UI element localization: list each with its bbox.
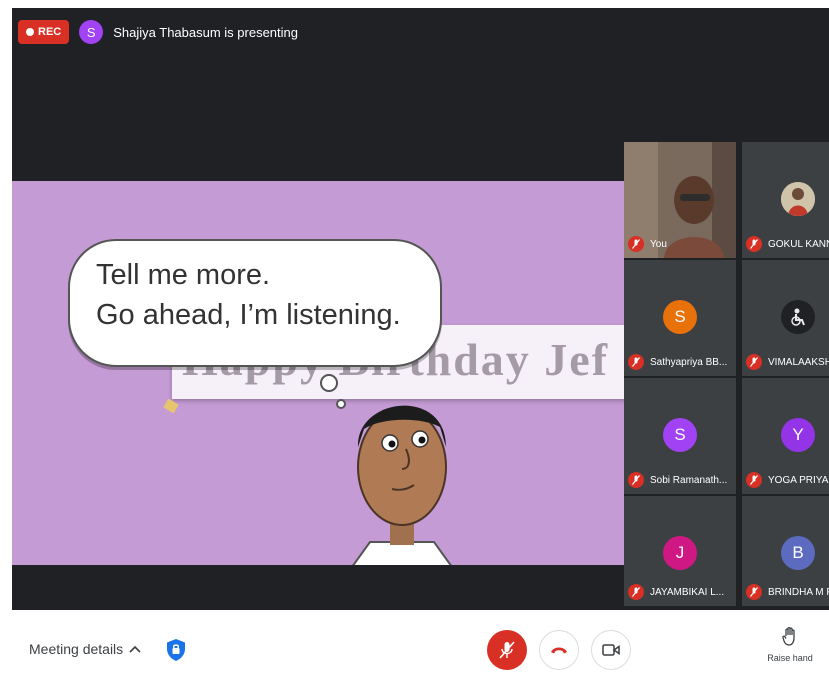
- mic-off-icon: [628, 354, 644, 370]
- participant-tile[interactable]: S Sathyapriya BB...: [624, 260, 736, 376]
- tile-footer: You: [628, 236, 667, 252]
- tile-footer: Sobi Ramanath...: [628, 472, 727, 488]
- avatar: [781, 182, 815, 216]
- raise-hand-icon: [782, 626, 795, 646]
- participant-tile[interactable]: VIMALAAKSH: [742, 260, 829, 376]
- camera-icon: [602, 644, 620, 656]
- microphone-toggle-button[interactable]: [487, 630, 527, 670]
- participant-tile[interactable]: GOKUL KANNA: [742, 142, 829, 258]
- participant-tile[interactable]: You: [624, 142, 736, 258]
- raise-hand-label: Raise hand: [767, 653, 813, 663]
- participant-name: Sathyapriya BB...: [650, 356, 728, 368]
- tile-footer: Sathyapriya BB...: [628, 354, 727, 370]
- meeting-details-button[interactable]: Meeting details: [29, 641, 141, 657]
- participant-name: You: [650, 238, 667, 250]
- participant-tile[interactable]: S Sobi Ramanath...: [624, 378, 736, 494]
- participant-name: GOKUL KANNA: [768, 238, 829, 250]
- avatar: S: [663, 300, 697, 334]
- bubble-line-1: Tell me more.: [96, 259, 271, 291]
- avatar: B: [781, 536, 815, 570]
- speech-bubble: Tell me more. Go ahead, I’m listening.: [68, 239, 442, 367]
- shield-icon[interactable]: [165, 638, 187, 662]
- tile-footer: YOGA PRIYA B: [746, 472, 829, 488]
- thought-circle-large: [320, 374, 338, 392]
- tile-footer: JAYAMBIKAI L...: [628, 584, 724, 600]
- mic-off-icon: [746, 236, 762, 252]
- mic-off-icon: [499, 641, 515, 659]
- thought-circle-small: [336, 399, 346, 409]
- top-bar: REC S Shajiya Thabasum is presenting: [18, 18, 298, 46]
- avatar: Y: [781, 418, 815, 452]
- mic-off-icon: [628, 584, 644, 600]
- participant-tile[interactable]: Y YOGA PRIYA B: [742, 378, 829, 494]
- cartoon-character: [352, 405, 452, 565]
- participant-name: YOGA PRIYA B: [768, 474, 829, 486]
- meeting-details-label: Meeting details: [29, 641, 124, 657]
- camera-toggle-button[interactable]: [591, 630, 631, 670]
- mic-off-icon: [628, 472, 644, 488]
- mic-off-icon: [746, 472, 762, 488]
- participant-name: VIMALAAKSH: [768, 356, 829, 368]
- meeting-view: REC S Shajiya Thabasum is presenting Hap…: [12, 8, 829, 610]
- avatar: [781, 300, 815, 334]
- presentation-slide: Happy Birthday Jef Tell me more. Go ahea…: [12, 181, 624, 565]
- screen: REC S Shajiya Thabasum is presenting Hap…: [0, 0, 829, 674]
- participant-name: Sobi Ramanath...: [650, 474, 728, 486]
- presenter-status: Shajiya Thabasum is presenting: [113, 24, 298, 40]
- tile-footer: VIMALAAKSH: [746, 354, 829, 370]
- tile-footer: GOKUL KANNA: [746, 236, 829, 252]
- presenter-avatar: S: [79, 20, 104, 44]
- participant-name: JAYAMBIKAI L...: [650, 586, 725, 598]
- recording-label: REC: [38, 26, 62, 38]
- rec-dot-icon: [26, 28, 34, 36]
- participant-name: BRINDHA M P: [768, 586, 829, 598]
- mic-off-icon: [746, 354, 762, 370]
- chevron-up-icon: [129, 645, 141, 653]
- sparkle-decoration: [163, 398, 179, 414]
- leave-call-button[interactable]: [539, 630, 579, 670]
- participant-tile[interactable]: J JAYAMBIKAI L...: [624, 496, 736, 606]
- avatar: J: [663, 536, 697, 570]
- avatar: S: [663, 418, 697, 452]
- recording-badge: REC: [18, 20, 70, 44]
- raise-hand-button[interactable]: Raise hand: [764, 626, 816, 663]
- participant-tile[interactable]: B BRINDHA M P: [742, 496, 829, 606]
- mic-off-icon: [628, 236, 644, 252]
- bottom-control-bar: Meeting details Raise hand: [0, 610, 829, 674]
- mic-off-icon: [746, 584, 762, 600]
- participant-grid: You GOKUL KANNA S Sathyapriya BB...: [624, 142, 829, 606]
- hang-up-icon: [551, 647, 567, 654]
- bubble-line-2: Go ahead, I’m listening.: [96, 299, 401, 331]
- tile-footer: BRINDHA M P: [746, 584, 829, 600]
